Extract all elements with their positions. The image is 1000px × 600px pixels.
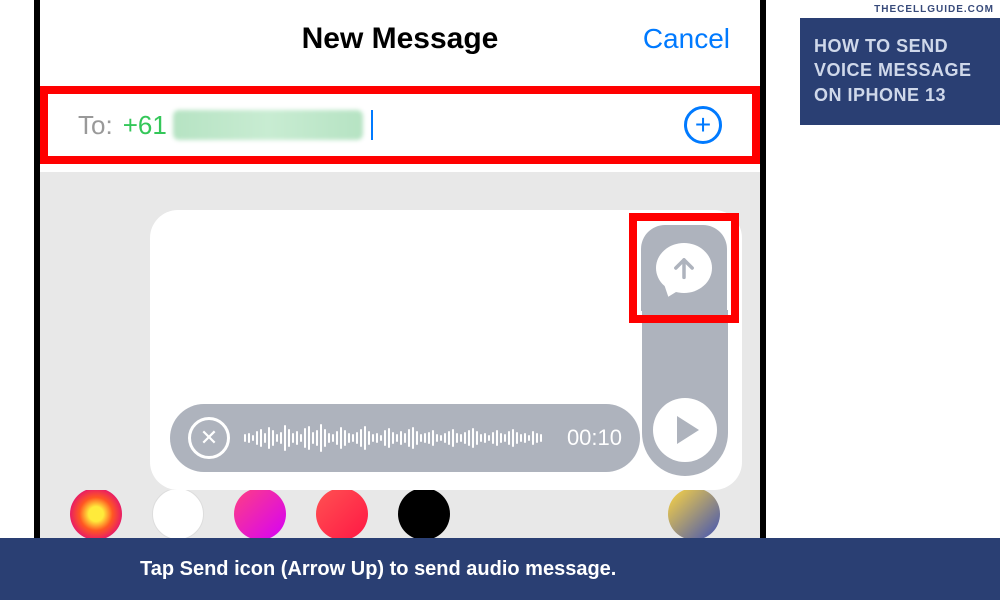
audio-message-card: ✕ 00:10: [150, 210, 742, 490]
close-icon: ✕: [200, 425, 218, 451]
message-header: New Message Cancel: [40, 0, 760, 78]
article-title-banner: HOW TO SEND VOICE MESSAGE ON IPHONE 13: [800, 18, 1000, 125]
app-store-icon[interactable]: [152, 490, 204, 538]
audio-waveform-pill: ✕ 00:10: [170, 404, 640, 472]
article-title: HOW TO SEND VOICE MESSAGE ON IPHONE 13: [814, 34, 986, 107]
waveform-icon: [244, 420, 553, 456]
play-audio-button[interactable]: [653, 398, 717, 462]
divider: [40, 172, 760, 190]
article-sidebar: THECELLGUIDE.COM HOW TO SEND VOICE MESSA…: [800, 0, 1000, 600]
instruction-text: Tap Send icon (Arrow Up) to send audio m…: [140, 558, 616, 581]
page-title: New Message: [302, 22, 499, 56]
plus-icon: +: [695, 109, 711, 141]
text-cursor: [371, 110, 373, 140]
recipient-row[interactable]: To: +61 +: [60, 94, 740, 156]
audio-duration: 00:10: [567, 425, 622, 451]
recipient-number-redacted: [173, 110, 363, 140]
cancel-button[interactable]: Cancel: [643, 23, 730, 55]
play-icon: [677, 416, 699, 444]
fitness-app-icon[interactable]: [316, 490, 368, 538]
phone-bezel-right: [760, 0, 766, 600]
tutorial-slide: New Message Cancel To: +61 +: [0, 0, 1000, 600]
to-label: To:: [78, 110, 113, 141]
photos-app-icon[interactable]: [70, 490, 122, 538]
music-app-icon[interactable]: [234, 490, 286, 538]
audio-control-column: [642, 310, 728, 476]
recipient-prefix: +61: [123, 110, 167, 141]
recipient-highlight: To: +61 +: [40, 86, 760, 164]
memoji-app-icon[interactable]: [398, 490, 450, 538]
add-contact-button[interactable]: +: [684, 106, 722, 144]
arrow-up-icon: [670, 254, 698, 282]
send-audio-button[interactable]: [641, 225, 727, 311]
site-watermark: THECELLGUIDE.COM: [874, 4, 994, 15]
delete-audio-button[interactable]: ✕: [188, 417, 230, 459]
imessage-app-dock: [40, 490, 760, 538]
send-highlight: [629, 213, 739, 323]
games-app-icon[interactable]: [668, 490, 720, 538]
speech-bubble-icon: [656, 243, 712, 293]
